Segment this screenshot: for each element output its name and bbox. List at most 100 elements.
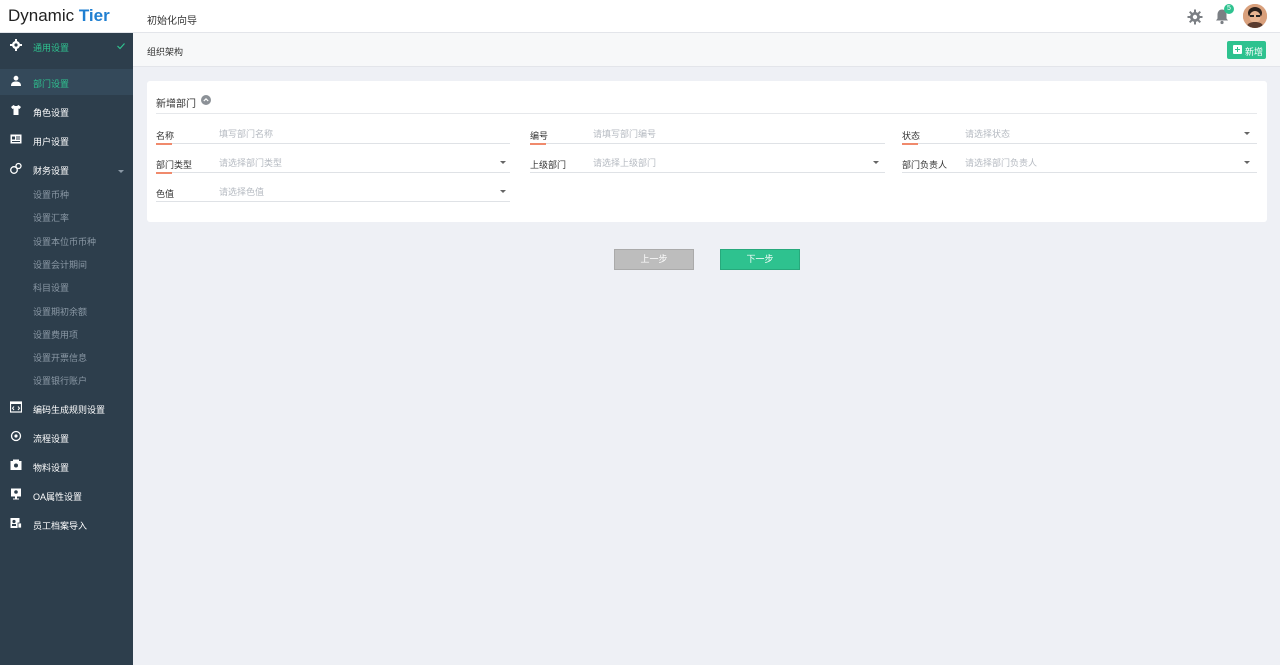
prev-step-button[interactable]: 上一步: [614, 249, 694, 270]
dropdown-caret-icon[interactable]: [500, 190, 506, 193]
dropdown-caret-icon[interactable]: [1244, 132, 1250, 135]
card-title: 新增部门: [156, 99, 196, 110]
sidebar-item-flow[interactable]: 流程设置: [0, 424, 133, 450]
sidebar-item-label: OA属性设置: [33, 492, 83, 502]
sidebar-item-role[interactable]: 角色设置: [0, 98, 133, 124]
sidebar-subitem[interactable]: 设置开票信息: [0, 345, 133, 367]
sidebar-subitem-label: 设置汇率: [33, 213, 70, 223]
field-name: 名称: [156, 124, 510, 145]
sidebar-item-label: 编码生成规则设置: [33, 405, 106, 415]
org-icon: [10, 75, 22, 87]
settings-gear-icon[interactable]: [1187, 9, 1203, 25]
notification-count-badge: 5: [1224, 4, 1234, 14]
add-button-label: 新增: [1245, 47, 1264, 57]
code-input[interactable]: [593, 128, 873, 140]
field-parent-dept: 上级部门: [530, 153, 885, 173]
sidebar-item-oa[interactable]: OA属性设置: [0, 482, 133, 508]
color-select[interactable]: [219, 186, 489, 198]
sidebar-subitem-label: 设置本位币币种: [33, 237, 97, 247]
flow-icon: [10, 430, 22, 442]
sidebar-subitem-label: 设置开票信息: [33, 353, 88, 363]
shirt-icon: [10, 104, 22, 116]
sidebar: 通用设置 部门设置 角色设置 用户设置 财务设置 设置币种 设置汇率 设置本位币…: [0, 33, 133, 665]
status-select[interactable]: [965, 128, 1235, 140]
next-step-button[interactable]: 下一步: [720, 249, 800, 270]
parent-dept-select[interactable]: [593, 157, 863, 169]
gear-icon: [10, 39, 22, 51]
dept-head-select[interactable]: [965, 157, 1235, 169]
import-icon: [10, 517, 22, 529]
field-label: 色值: [156, 189, 175, 199]
field-label: 状态: [902, 131, 921, 141]
field-dept-head: 部门负责人: [902, 153, 1257, 173]
logo-text: Dynamic: [8, 6, 79, 25]
breadcrumb: 组织架构: [147, 47, 184, 57]
name-input[interactable]: [219, 128, 499, 140]
sidebar-subitem-label: 设置期初余额: [33, 307, 88, 317]
page-title: 初始化向导: [147, 16, 197, 27]
sidebar-subitem[interactable]: 科目设置: [0, 275, 133, 297]
code-icon: [9, 401, 23, 413]
new-department-card: 新增部门 名称 编号 状态 部门类型 上级部门 部门负责人 色值: [147, 81, 1267, 222]
oa-icon: [10, 488, 22, 500]
add-button[interactable]: 新增: [1227, 41, 1266, 59]
user-avatar[interactable]: [1243, 4, 1267, 28]
dept-type-select[interactable]: [219, 157, 489, 169]
top-header: Dynamic Tier 初始化向导 5: [0, 0, 1280, 33]
field-label: 上级部门: [530, 160, 567, 170]
label-underline: [156, 172, 172, 174]
field-color: 色值: [156, 182, 510, 202]
sidebar-item-label: 物料设置: [33, 463, 70, 473]
collapse-chevron-icon[interactable]: [201, 95, 211, 105]
sidebar-subitem-label: 设置币种: [33, 190, 70, 200]
sidebar-item-code-rules[interactable]: 编码生成规则设置: [0, 395, 133, 421]
sidebar-item-label: 部门设置: [33, 79, 70, 89]
field-status: 状态: [902, 124, 1257, 145]
sidebar-subitem[interactable]: 设置本位币币种: [0, 229, 133, 251]
sidebar-subitem[interactable]: 设置会计期间: [0, 252, 133, 274]
divider: [156, 113, 1257, 114]
checkmark-icon: [116, 41, 126, 51]
sidebar-item-user[interactable]: 用户设置: [0, 127, 133, 153]
sidebar-subitem[interactable]: 设置期初余额: [0, 299, 133, 321]
sidebar-subitem-label: 设置银行账户: [33, 376, 88, 386]
sidebar-item-label: 角色设置: [33, 108, 70, 118]
sidebar-section-label: 通用设置: [33, 43, 70, 53]
sidebar-item-label: 用户设置: [33, 137, 70, 147]
plus-icon: [1233, 45, 1242, 54]
label-underline: [530, 143, 546, 145]
label-underline: [902, 143, 918, 145]
material-icon: [10, 459, 22, 471]
sidebar-item-label: 流程设置: [33, 434, 70, 444]
dropdown-caret-icon[interactable]: [873, 161, 879, 164]
sidebar-item-material[interactable]: 物料设置: [0, 453, 133, 479]
app-logo[interactable]: Dynamic Tier: [8, 6, 110, 26]
breadcrumb-bar: 组织架构 新增: [133, 33, 1280, 67]
sidebar-subitem-label: 设置会计期间: [33, 260, 88, 270]
dropdown-caret-icon[interactable]: [500, 161, 506, 164]
field-label: 部门类型: [156, 160, 193, 170]
sidebar-item-finance[interactable]: 财务设置: [0, 156, 133, 182]
sidebar-item-employee-import[interactable]: 员工档案导入: [0, 511, 133, 537]
id-card-icon: [10, 133, 22, 145]
sidebar-subitem[interactable]: 设置汇率: [0, 205, 133, 227]
label-underline: [156, 143, 172, 145]
sidebar-subitem[interactable]: 设置币种: [0, 182, 133, 204]
caret-down-icon: [118, 166, 128, 176]
sidebar-subitem[interactable]: 设置费用项: [0, 322, 133, 344]
field-label: 部门负责人: [902, 160, 948, 170]
field-label: 编号: [530, 131, 549, 141]
sidebar-subitem-label: 科目设置: [33, 283, 70, 293]
logo-accent-text: Tier: [78, 6, 110, 25]
sidebar-item-label: 财务设置: [33, 166, 70, 176]
field-label: 名称: [156, 131, 175, 141]
field-code: 编号: [530, 124, 885, 145]
dropdown-caret-icon[interactable]: [1244, 161, 1250, 164]
field-dept-type: 部门类型: [156, 153, 510, 174]
finance-icon: [10, 162, 22, 174]
sidebar-subitem[interactable]: 设置银行账户: [0, 368, 133, 390]
sidebar-subitem-label: 设置费用项: [33, 330, 79, 340]
sidebar-section-general[interactable]: 通用设置: [0, 33, 133, 59]
sidebar-item-department[interactable]: 部门设置: [0, 69, 133, 95]
sidebar-item-label: 员工档案导入: [33, 521, 88, 531]
